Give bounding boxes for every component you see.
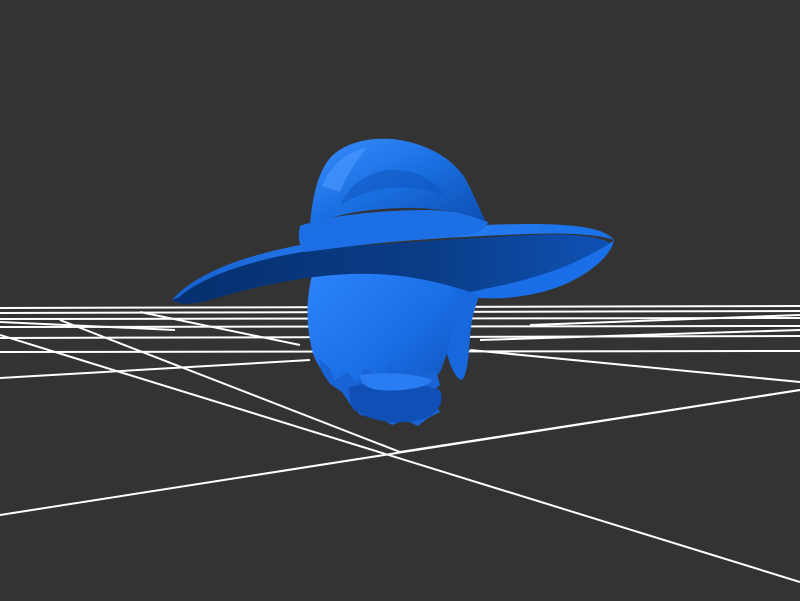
3d-scene-canvas[interactable] <box>0 0 800 601</box>
3d-viewport[interactable] <box>0 0 800 601</box>
model-head-with-hat[interactable] <box>172 138 614 426</box>
